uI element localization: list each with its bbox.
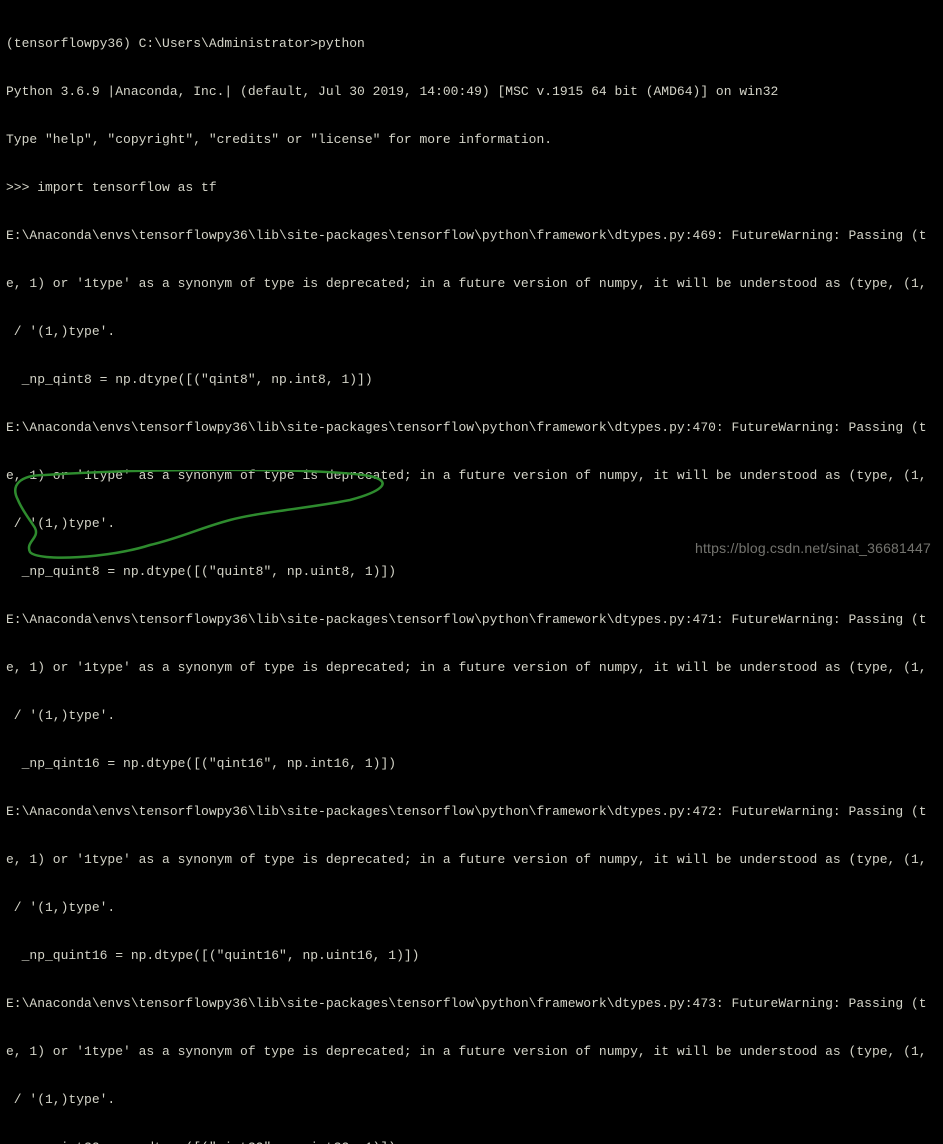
terminal-line: _np_quint8 = np.dtype([("quint8", np.uin…: [6, 564, 937, 580]
terminal-line: e, 1) or '1type' as a synonym of type is…: [6, 1044, 937, 1060]
terminal-output[interactable]: (tensorflowpy36) C:\Users\Administrator>…: [0, 0, 943, 1144]
terminal-line: / '(1,)type'.: [6, 900, 937, 916]
terminal-line: e, 1) or '1type' as a synonym of type is…: [6, 660, 937, 676]
terminal-line: / '(1,)type'.: [6, 516, 937, 532]
terminal-line: e, 1) or '1type' as a synonym of type is…: [6, 468, 937, 484]
terminal-line: E:\Anaconda\envs\tensorflowpy36\lib\site…: [6, 228, 937, 244]
terminal-line: Python 3.6.9 |Anaconda, Inc.| (default, …: [6, 84, 937, 100]
terminal-line: / '(1,)type'.: [6, 1092, 937, 1108]
terminal-line: (tensorflowpy36) C:\Users\Administrator>…: [6, 36, 937, 52]
terminal-line: e, 1) or '1type' as a synonym of type is…: [6, 276, 937, 292]
terminal-line: e, 1) or '1type' as a synonym of type is…: [6, 852, 937, 868]
terminal-line: / '(1,)type'.: [6, 708, 937, 724]
terminal-line: _np_quint16 = np.dtype([("quint16", np.u…: [6, 948, 937, 964]
watermark-text: https://blog.csdn.net/sinat_36681447: [695, 540, 931, 556]
terminal-line: _np_qint16 = np.dtype([("qint16", np.int…: [6, 756, 937, 772]
terminal-line: _np_qint8 = np.dtype([("qint8", np.int8,…: [6, 372, 937, 388]
terminal-line: E:\Anaconda\envs\tensorflowpy36\lib\site…: [6, 612, 937, 628]
terminal-line: E:\Anaconda\envs\tensorflowpy36\lib\site…: [6, 804, 937, 820]
terminal-line: / '(1,)type'.: [6, 324, 937, 340]
terminal-line: E:\Anaconda\envs\tensorflowpy36\lib\site…: [6, 996, 937, 1012]
terminal-line: Type "help", "copyright", "credits" or "…: [6, 132, 937, 148]
terminal-line: E:\Anaconda\envs\tensorflowpy36\lib\site…: [6, 420, 937, 436]
terminal-line: _np_qint32 = np.dtype([("qint32", np.int…: [6, 1140, 937, 1144]
terminal-line: >>> import tensorflow as tf: [6, 180, 937, 196]
